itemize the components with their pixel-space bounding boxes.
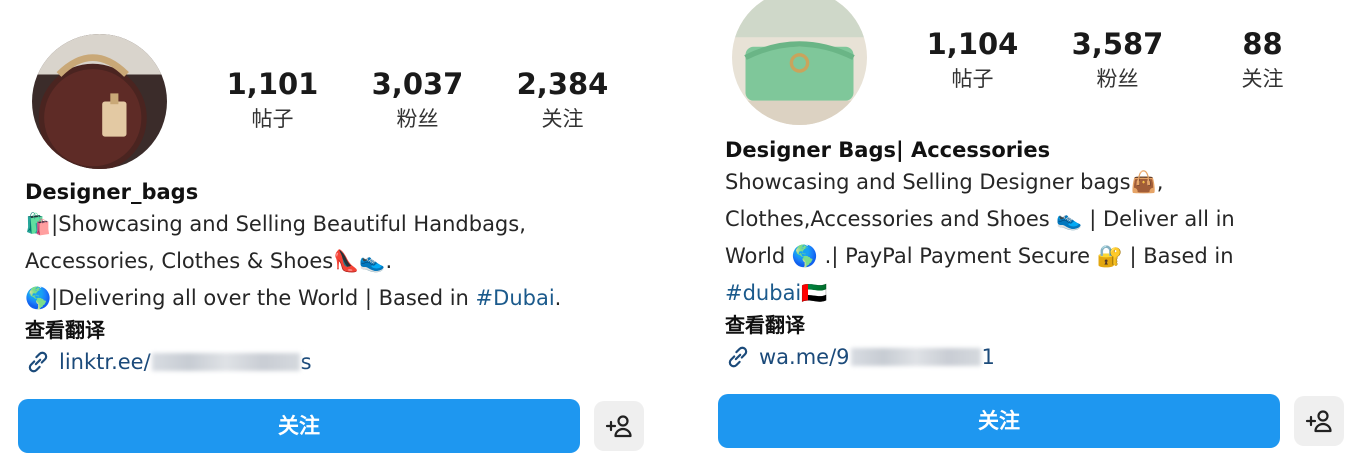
profile-bio: Designer Bags| Accessories Showcasing an… (725, 136, 1235, 375)
profile-stats: 1,101 帖子 3,037 粉丝 2,384 关注 (200, 66, 635, 134)
bio-text: . (554, 286, 562, 310)
see-translation-button[interactable]: 查看翻译 (25, 316, 561, 344)
posts-label: 帖子 (951, 67, 994, 91)
hashtag-link[interactable]: #dubai (725, 281, 801, 305)
add-person-icon (1305, 410, 1332, 433)
posts-count: 1,101 (226, 67, 319, 101)
uae-flag-emoji: 🇦🇪 (801, 281, 828, 305)
followers-count: 3,037 (371, 67, 464, 101)
see-translation-button[interactable]: 查看翻译 (725, 311, 1235, 339)
globe-emoji: 🌎 (25, 286, 52, 310)
profile-link[interactable]: wa.me/9 1 (725, 339, 1235, 375)
following-count: 88 (1242, 27, 1283, 61)
hashtag-link[interactable]: #Dubai (476, 286, 555, 310)
followers-stat[interactable]: 3,587 粉丝 (1045, 26, 1190, 94)
suggest-user-button[interactable] (1294, 396, 1344, 446)
bio-text: Clothes,Accessories and Shoes 👟 | Delive… (725, 207, 1235, 231)
link-icon (728, 346, 748, 368)
posts-count: 1,104 (926, 27, 1019, 61)
bio-text: |Showcasing and Selling Beautiful Handba… (51, 212, 526, 236)
bio-line: 🛍️|Showcasing and Selling Beautiful Hand… (25, 206, 561, 243)
profile-name: Designer_bags (25, 180, 199, 204)
following-count: 2,384 (516, 67, 609, 101)
profile-card-right: 1,104 帖子 3,587 粉丝 88 关注 Designer Bags| A… (700, 0, 1347, 459)
following-stat[interactable]: 2,384 关注 (490, 66, 635, 134)
link-text-end: 1 (981, 345, 995, 369)
following-label: 关注 (1241, 67, 1284, 91)
follow-button[interactable]: 关注 (18, 399, 580, 453)
bio-line: 🌎|Delivering all over the World | Based … (25, 280, 561, 317)
follow-button[interactable]: 关注 (718, 394, 1280, 448)
link-text-start: linktr.ee/ (59, 350, 151, 374)
bio-line: Showcasing and Selling Designer bags👜, (725, 164, 1235, 201)
profile-name: Designer Bags| Accessories (725, 138, 1051, 162)
posts-label: 帖子 (251, 107, 294, 131)
blurred-link-part (151, 353, 300, 371)
profile-stats: 1,104 帖子 3,587 粉丝 88 关注 (900, 26, 1335, 94)
shoes-emoji: 👠👟. (333, 249, 393, 273)
posts-stat[interactable]: 1,104 帖子 (900, 26, 1045, 94)
avatar-image (732, 0, 867, 125)
link-text-end: s (300, 350, 312, 374)
followers-stat[interactable]: 3,037 粉丝 (345, 66, 490, 134)
followers-label: 粉丝 (396, 107, 439, 131)
avatar[interactable] (32, 34, 167, 169)
shopping-bags-emoji: 🛍️ (25, 212, 52, 236)
following-label: 关注 (541, 107, 584, 131)
avatar-image (32, 34, 167, 169)
posts-stat[interactable]: 1,101 帖子 (200, 66, 345, 134)
bio-line: Clothes,Accessories and Shoes 👟 | Delive… (725, 201, 1235, 238)
profile-card-left: 1,101 帖子 3,037 粉丝 2,384 关注 Designer_bags… (0, 0, 660, 459)
profile-link[interactable]: linktr.ee/s (25, 344, 561, 380)
bio-line: World 🌎 .| PayPal Payment Secure 🔐 | Bas… (725, 238, 1235, 275)
bio-line: Accessories, Clothes & Shoes👠👟. (25, 243, 561, 280)
link-icon (28, 351, 48, 373)
suggest-user-button[interactable] (594, 401, 644, 451)
bio-line: #dubai🇦🇪 (725, 275, 1235, 312)
handbag-emoji: 👜, (1130, 170, 1164, 194)
followers-count: 3,587 (1071, 27, 1164, 61)
blurred-link-part (850, 348, 981, 366)
avatar[interactable] (732, 0, 867, 125)
bio-text: Showcasing and Selling Designer bags (725, 170, 1131, 194)
following-stat[interactable]: 88 关注 (1190, 26, 1335, 94)
add-person-icon (605, 415, 632, 438)
bio-text: World 🌎 .| PayPal Payment Secure 🔐 | Bas… (725, 244, 1234, 268)
link-text-start: wa.me/9 (759, 345, 850, 369)
profile-bio: Designer_bags 🛍️|Showcasing and Selling … (25, 178, 561, 380)
bio-text: |Delivering all over the World | Based i… (51, 286, 476, 310)
bio-text: Accessories, Clothes & Shoes (25, 249, 334, 273)
followers-label: 粉丝 (1096, 67, 1139, 91)
